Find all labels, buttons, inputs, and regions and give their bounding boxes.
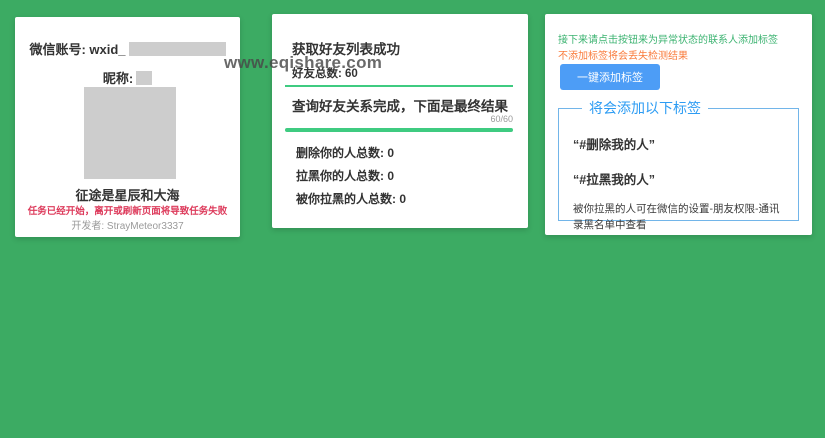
- add-tags-button[interactable]: 一键添加标签: [560, 64, 660, 90]
- tag-blocked-label: “#拉黑我的人”: [573, 173, 655, 187]
- step1-progress-bar: [285, 85, 513, 87]
- task-warning-text: 任务已经开始，离开或刷新页面将导致任务失败: [27, 206, 228, 217]
- tag-instruction-text: 接下来请点击按钮来为异常状态的联系人添加标签: [558, 35, 778, 46]
- signature-text: 征途是星辰和大海: [75, 188, 180, 203]
- tag-panel: 接下来请点击按钮来为异常状态的联系人添加标签 不添加标签将会丢失检测结果 一键添…: [545, 14, 812, 235]
- deleted-you-count: 删除你的人总数: 0: [296, 146, 395, 160]
- progress-count-label: 60/60: [490, 114, 513, 124]
- blocked-you-count: 拉黑你的人总数: 0: [296, 169, 395, 183]
- step2-progress-bar: [285, 128, 513, 132]
- account-panel: 微信账号: wxid_ 昵称: 征途是星辰和大海 任务已经开始，离开或刷新页面将…: [15, 17, 240, 237]
- tags-preview-box: 将会添加以下标签 “#删除我的人” “#拉黑我的人” 被你拉黑的人可在微信的设置…: [558, 98, 799, 231]
- wechat-account-row: 微信账号: wxid_: [15, 39, 240, 58]
- page-background: www.eqishare.com 微信账号: wxid_ 昵称: 征途是星辰和大…: [0, 0, 825, 438]
- developer-credit: 开发者: StrayMeteor3337: [71, 221, 184, 232]
- you-blocked-count: 被你拉黑的人总数: 0: [296, 192, 407, 206]
- nickname-redaction: [136, 70, 153, 85]
- wechat-account-label: 微信账号: wxid_: [29, 42, 126, 57]
- tag-loss-warning-text: 不添加标签将会丢失检测结果: [558, 51, 688, 62]
- tags-box-title: 将会添加以下标签: [589, 100, 701, 116]
- step1-title: 获取好友列表成功: [292, 42, 400, 57]
- step2-title: 查询好友关系完成，下面是最终结果: [292, 99, 508, 114]
- result-panel: 获取好友列表成功 好友总数: 60 查询好友关系完成，下面是最终结果 60/60…: [272, 14, 528, 228]
- blacklist-note-text: 被你拉黑的人可在微信的设置-朋友权限-通讯录黑名单中查看: [573, 203, 780, 232]
- friend-total-text: 好友总数: 60: [292, 68, 358, 80]
- nickname-label: 昵称:: [102, 71, 134, 86]
- tag-deleted-label: “#删除我的人”: [573, 138, 655, 152]
- avatar: [83, 87, 176, 179]
- account-id-redaction: [128, 41, 226, 56]
- nickname-row: 昵称:: [15, 68, 240, 87]
